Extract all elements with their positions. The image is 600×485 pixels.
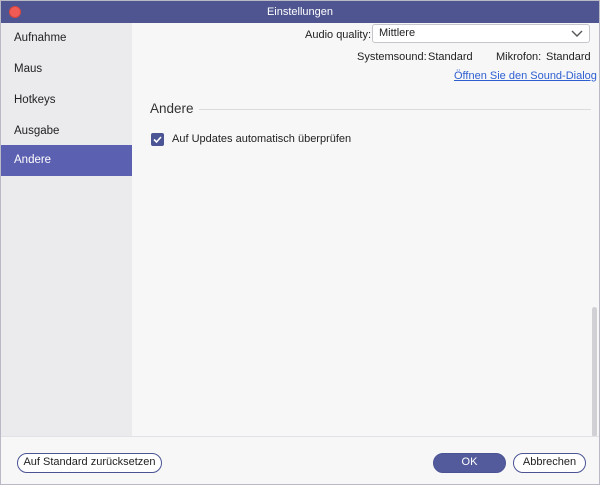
auto-update-checkbox[interactable]: [151, 133, 164, 146]
systemsound-value: Standard: [428, 51, 473, 63]
sidebar-item-maus[interactable]: Maus: [1, 54, 132, 85]
systemsound-label: Systemsound:: [357, 51, 427, 63]
settings-content: Audio quality: Mittlere Systemsound: Sta…: [132, 23, 599, 437]
mikrofon-value: Standard: [546, 51, 591, 63]
reset-defaults-button[interactable]: Auf Standard zurücksetzen: [17, 453, 162, 473]
title-bar: Einstellungen: [1, 1, 599, 23]
ok-button[interactable]: OK: [433, 453, 506, 473]
check-icon: [153, 136, 162, 144]
section-title-andere: Andere: [150, 101, 194, 116]
audio-quality-label: Audio quality:: [305, 29, 372, 41]
sidebar-item-hotkeys[interactable]: Hotkeys: [1, 85, 132, 116]
close-icon[interactable]: [9, 6, 21, 18]
sidebar-item-andere[interactable]: Andere: [1, 145, 132, 176]
mikrofon-label: Mikrofon:: [496, 51, 542, 63]
audio-quality-select[interactable]: Mittlere: [372, 24, 590, 43]
preferences-window: Einstellungen Aufnahme Maus Hotkeys Ausg…: [0, 0, 600, 485]
scrollbar[interactable]: [592, 307, 597, 437]
sidebar: Aufnahme Maus Hotkeys Ausgabe Andere: [1, 23, 132, 436]
chevron-down-icon: [571, 25, 583, 45]
cancel-button[interactable]: Abbrechen: [513, 453, 586, 473]
audio-quality-value: Mittlere: [379, 27, 416, 39]
sidebar-item-aufnahme[interactable]: Aufnahme: [1, 23, 132, 54]
auto-update-label[interactable]: Auf Updates automatisch überprüfen: [172, 133, 351, 145]
section-divider: [199, 109, 591, 110]
sound-dialog-link[interactable]: Öffnen Sie den Sound-Dialog: [454, 70, 597, 82]
footer: Auf Standard zurücksetzen OK Abbrechen: [1, 436, 599, 484]
window-title: Einstellungen: [266, 6, 334, 18]
sidebar-item-ausgabe[interactable]: Ausgabe: [1, 116, 132, 147]
